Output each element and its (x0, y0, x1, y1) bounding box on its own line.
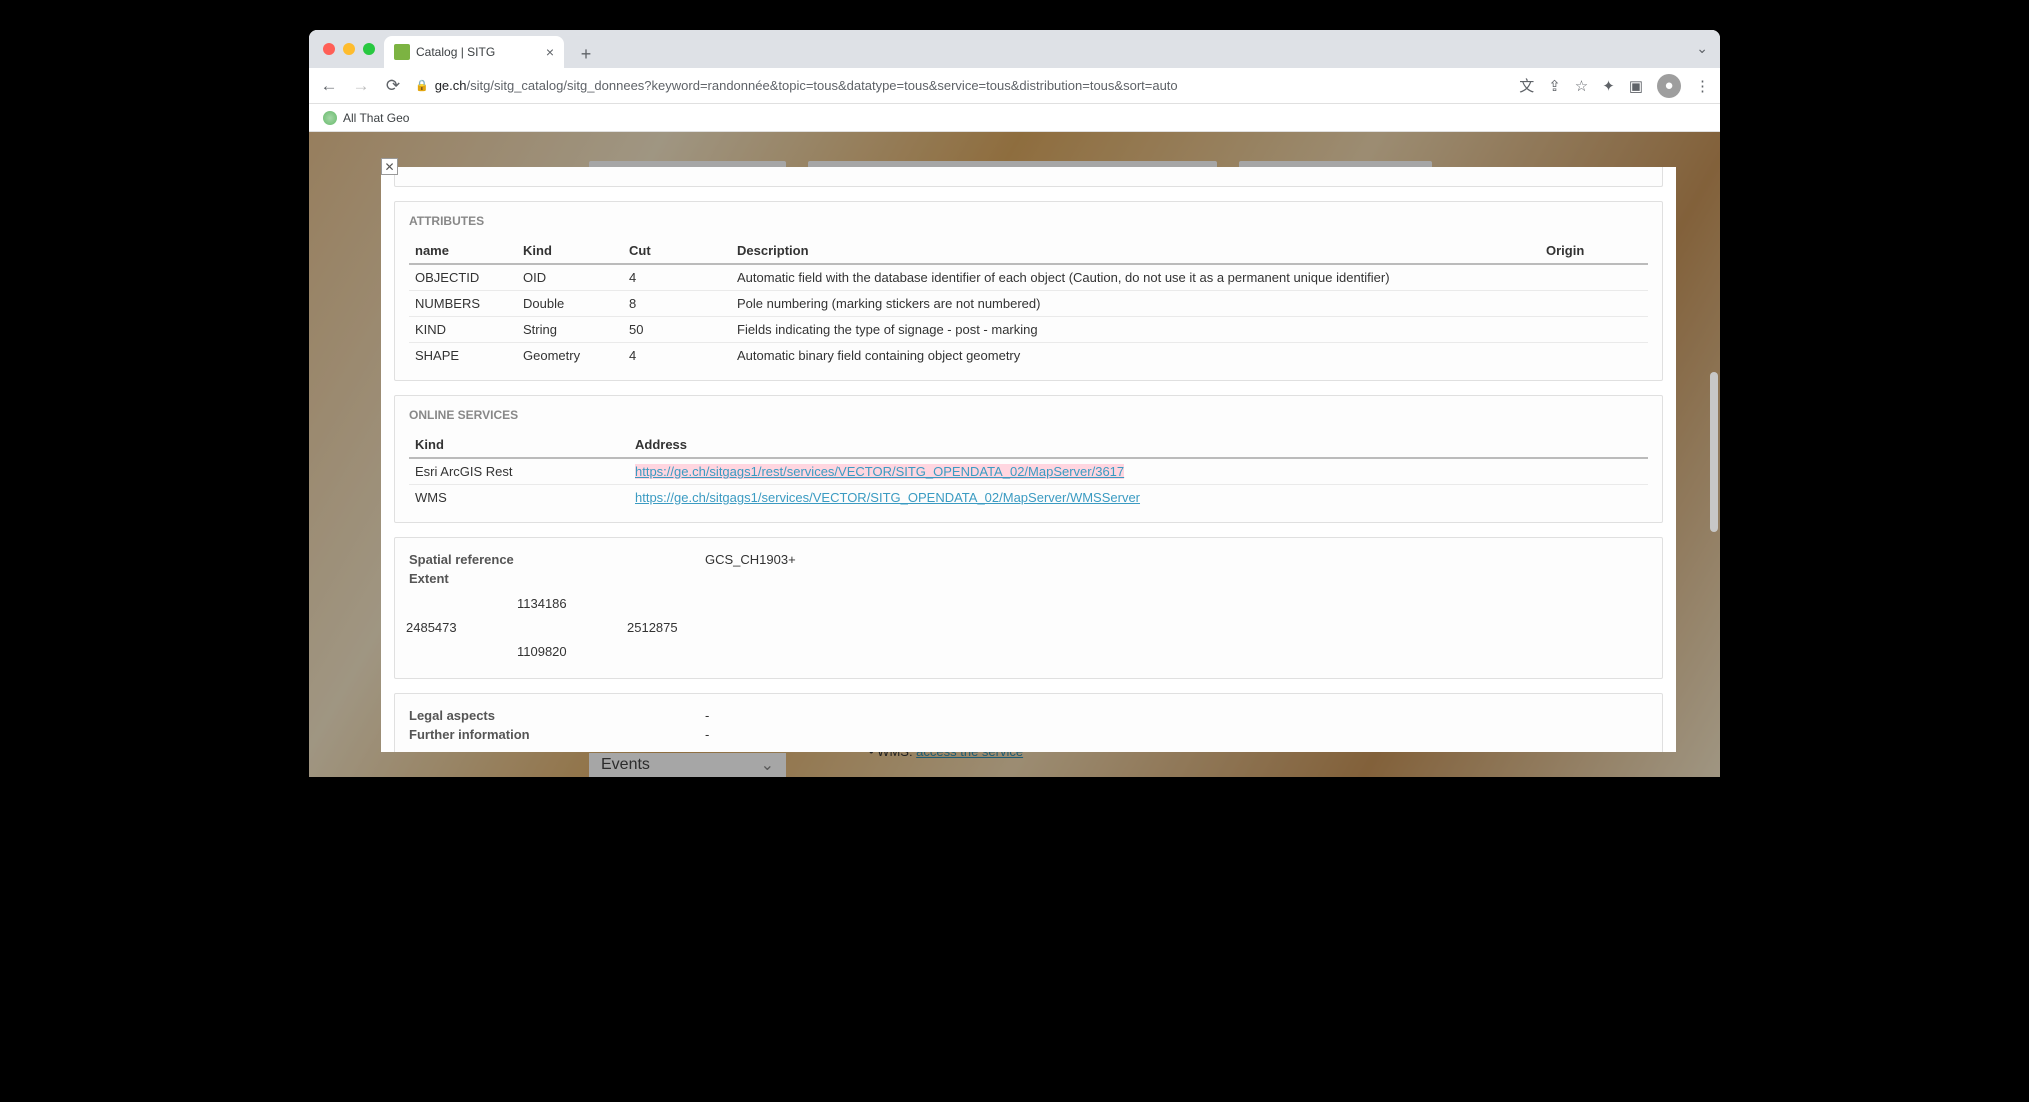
window-close-button[interactable] (323, 43, 335, 55)
table-row: OBJECTID OID 4 Automatic field with the … (409, 264, 1648, 291)
nav-forward-button[interactable]: → (351, 76, 371, 96)
browser-tab[interactable]: Catalog | SITG × (384, 36, 564, 68)
viewport-scrollbar-thumb[interactable] (1710, 372, 1718, 532)
url-domain: ge.ch (435, 78, 467, 93)
bookmark-item[interactable]: All That Geo (343, 111, 409, 125)
browser-window: Catalog | SITG × + ⌄ ← → ⟳ 🔒 ge.ch/sitg/… (309, 30, 1720, 777)
side-panel-icon[interactable]: ▣ (1629, 77, 1643, 95)
bookmark-icon (323, 111, 337, 125)
dataset-detail-modal: ATTRIBUTES name Kind Cut Description Ori… (381, 167, 1676, 752)
previous-section-sliver (394, 167, 1663, 187)
table-row: WMS https://ge.ch/sitgags1/services/VECT… (409, 485, 1648, 511)
modal-close-button[interactable]: ✕ (381, 158, 398, 175)
attributes-table: name Kind Cut Description Origin OBJECTI… (409, 238, 1648, 368)
window-controls (323, 43, 375, 55)
legal-aspects-value: - (705, 708, 709, 723)
col-header-kind: Kind (409, 432, 629, 458)
attributes-section: ATTRIBUTES name Kind Cut Description Ori… (394, 201, 1663, 381)
star-icon[interactable]: ☆ (1575, 77, 1588, 95)
tab-bar: Catalog | SITG × + ⌄ (309, 30, 1720, 68)
spatial-section: Spatial reference GCS_CH1903+ Extent 113… (394, 537, 1663, 679)
extent-east: 2512875 (627, 620, 678, 635)
extent-grid: 1134186 2485473 2512875 1109820 (409, 596, 1648, 666)
col-header-cut: Cut (623, 238, 731, 264)
window-minimize-button[interactable] (343, 43, 355, 55)
toolbar-actions: 文 ⇪ ☆ ✦ ▣ ● ⋮ (1519, 74, 1710, 98)
col-header-address: Address (629, 432, 1648, 458)
extensions-icon[interactable]: ✦ (1602, 77, 1615, 95)
spatial-reference-label: Spatial reference (409, 552, 705, 567)
table-row: NUMBERS Double 8 Pole numbering (marking… (409, 291, 1648, 317)
page-viewport: Events ⌄ • WMS: access the service ✕ ATT… (309, 132, 1720, 777)
col-header-description: Description (731, 238, 1540, 264)
spatial-reference-value: GCS_CH1903+ (705, 552, 796, 567)
legal-section: Legal aspects - Further information - (394, 693, 1663, 752)
further-info-label: Further information (409, 727, 705, 742)
chevron-down-icon: ⌄ (761, 755, 774, 775)
nav-reload-button[interactable]: ⟳ (383, 76, 403, 96)
address-bar[interactable]: 🔒 ge.ch/sitg/sitg_catalog/sitg_donnees?k… (415, 78, 1507, 93)
extent-label: Extent (409, 571, 705, 586)
online-services-section: ONLINE SERVICES Kind Address Esri ArcGIS… (394, 395, 1663, 523)
tabs-dropdown-icon[interactable]: ⌄ (1696, 40, 1708, 56)
col-header-origin: Origin (1540, 238, 1648, 264)
sidebar-item-events[interactable]: Events ⌄ (589, 753, 786, 777)
further-info-value: - (705, 727, 709, 742)
sidebar-item-label: Events (601, 756, 650, 774)
extent-west: 2485473 (406, 620, 457, 635)
service-link-wms[interactable]: https://ge.ch/sitgags1/services/VECTOR/S… (635, 490, 1140, 505)
section-title-services: ONLINE SERVICES (409, 408, 1648, 422)
url-path: /sitg/sitg_catalog/sitg_donnees?keyword=… (467, 78, 1178, 93)
service-link-arcgis[interactable]: https://ge.ch/sitgags1/rest/services/VEC… (635, 464, 1124, 479)
window-maximize-button[interactable] (363, 43, 375, 55)
table-row: Esri ArcGIS Rest https://ge.ch/sitgags1/… (409, 458, 1648, 485)
url-bar: ← → ⟳ 🔒 ge.ch/sitg/sitg_catalog/sitg_don… (309, 68, 1720, 104)
extent-south: 1109820 (517, 644, 567, 659)
tab-close-icon[interactable]: × (546, 44, 554, 60)
table-row: SHAPE Geometry 4 Automatic binary field … (409, 343, 1648, 369)
tab-title: Catalog | SITG (416, 45, 540, 59)
extent-north: 1134186 (517, 596, 567, 611)
share-icon[interactable]: ⇪ (1548, 77, 1561, 95)
col-header-name: name (409, 238, 517, 264)
bookmarks-bar: All That Geo (309, 104, 1720, 132)
section-title-attributes: ATTRIBUTES (409, 214, 1648, 228)
profile-avatar[interactable]: ● (1657, 74, 1681, 98)
menu-icon[interactable]: ⋮ (1695, 77, 1710, 95)
new-tab-button[interactable]: + (572, 40, 600, 68)
translate-icon[interactable]: 文 (1519, 75, 1534, 96)
lock-icon: 🔒 (415, 79, 429, 92)
legal-aspects-label: Legal aspects (409, 708, 705, 723)
table-row: KIND String 50 Fields indicating the typ… (409, 317, 1648, 343)
nav-back-button[interactable]: ← (319, 76, 339, 96)
services-table: Kind Address Esri ArcGIS Rest https://ge… (409, 432, 1648, 510)
tab-favicon (394, 44, 410, 60)
col-header-kind: Kind (517, 238, 623, 264)
